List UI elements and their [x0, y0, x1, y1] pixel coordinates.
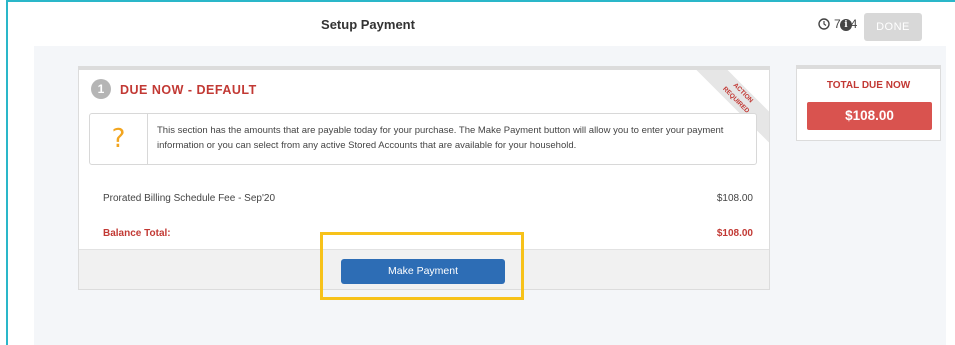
line-item-amount: $108.00 [716, 193, 753, 204]
info-box: ? This section has the amounts that are … [89, 113, 757, 165]
card-title: DUE NOW - DEFAULT [120, 83, 257, 97]
line-item-label: Prorated Billing Schedule Fee - Sep'20 [103, 193, 276, 204]
total-due-amount: $108.00 [807, 102, 932, 130]
question-mark-icon: ? [90, 114, 148, 164]
info-text: This section has the amounts that are pa… [157, 125, 724, 151]
balance-total-amount: $108.00 [716, 228, 753, 239]
total-due-title: TOTAL DUE NOW [826, 80, 911, 91]
page-title: Setup Payment [321, 17, 415, 32]
highlight-box [320, 232, 524, 300]
step-number-badge: 1 [91, 79, 111, 99]
total-due-panel: TOTAL DUE NOW $108.00 [796, 65, 941, 141]
done-button[interactable]: DONE [864, 13, 922, 41]
info-icon[interactable]: i [840, 19, 852, 31]
main-content: 1 DUE NOW - DEFAULT ACTION REQUIRED ? Th… [34, 46, 946, 345]
clock-icon [818, 18, 830, 30]
balance-total-label: Balance Total: [103, 228, 171, 239]
header: Setup Payment 7:04 i DONE [8, 2, 955, 50]
